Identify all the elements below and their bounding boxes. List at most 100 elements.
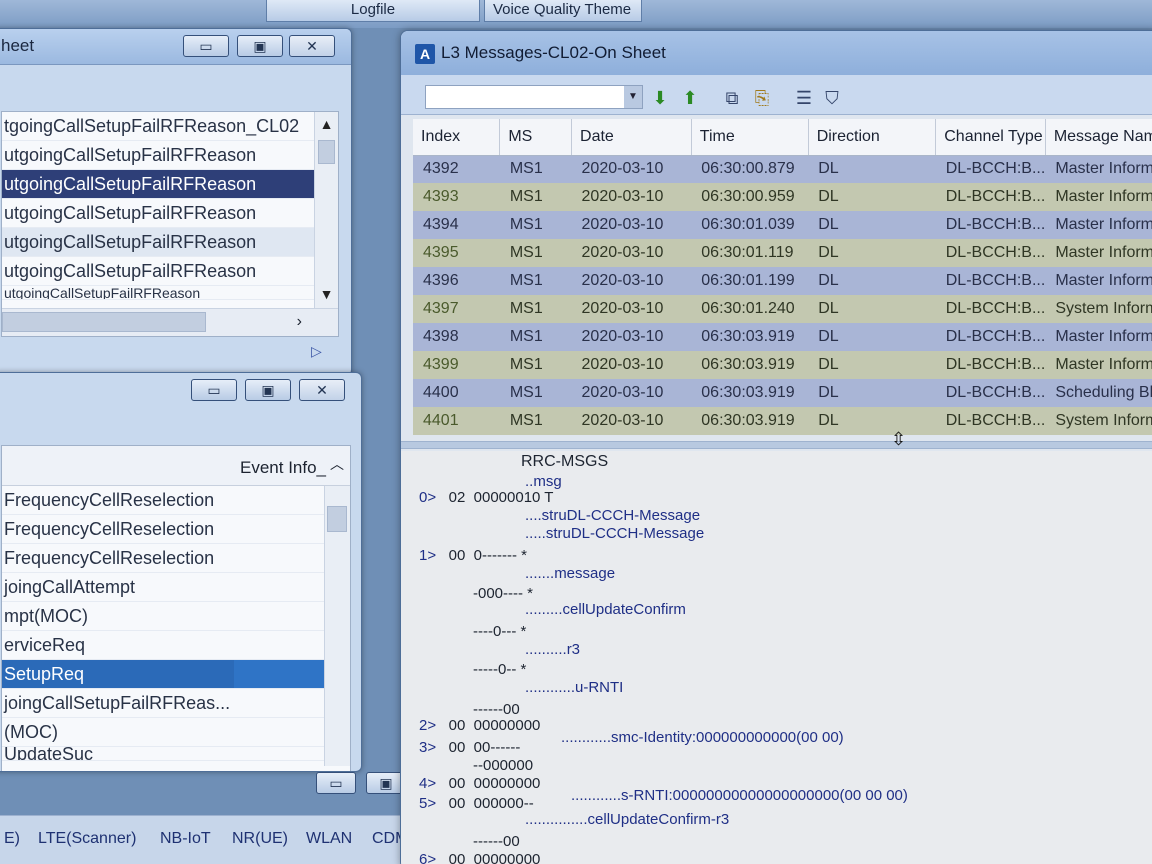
sheet-window: heet ▭ ▣ ✕ tgoingCallSetupFailRFReason_C… xyxy=(0,28,352,376)
table-row[interactable]: 4394 MS1 2020-03-10 06:30:01.039 DL DL-BCCH:B… xyxy=(413,211,1152,239)
filter-icon[interactable]: ⛉ xyxy=(821,87,843,109)
table-row[interactable]: 4396 MS1 2020-03-10 06:30:01.199 DL DL-BCCH:B… xyxy=(413,267,1152,295)
list-item[interactable]: joingCallAttempt xyxy=(2,573,350,602)
scroll-right-icon[interactable]: › xyxy=(297,313,302,331)
table-row[interactable]: 4397 MS1 2020-03-10 06:30:01.240 DL DL-BCCH:B… xyxy=(413,295,1152,323)
list-item[interactable]: erviceReq xyxy=(2,631,350,660)
cell-time: 06:30:01.119 xyxy=(691,239,809,267)
combo-dropdown-icon[interactable]: ▼ xyxy=(624,86,642,108)
scroll-down-icon[interactable]: ▼ xyxy=(315,286,338,302)
export-icon[interactable]: ⎘ xyxy=(751,87,773,109)
cell-message-name: Master Inform xyxy=(1045,183,1152,211)
list-item[interactable]: joingCallSetupFailRFReas... xyxy=(2,689,350,718)
play-arrow-icon[interactable]: ▷ xyxy=(311,343,322,360)
list-item[interactable]: utgoingCallSetupFailRFReason xyxy=(2,286,338,300)
minimize-button[interactable]: ▭ xyxy=(191,379,237,401)
cell-time: 06:30:03.919 xyxy=(691,323,809,351)
list-item[interactable]: UpdateSuc xyxy=(2,747,350,761)
cell-channel-type: DL-BCCH:B... xyxy=(935,407,1046,435)
list-item[interactable]: utgoingCallSetupFailRFReason xyxy=(2,257,338,286)
list-item[interactable]: tgoingCallSetupFailRFReason_CL02 xyxy=(2,112,338,141)
cell-message-name: Master Inform xyxy=(1045,267,1152,295)
list-item[interactable]: utgoingCallSetupFailRFReason xyxy=(2,199,338,228)
cell-ms: MS1 xyxy=(499,407,572,435)
minimize-button[interactable]: ▭ xyxy=(183,35,229,57)
cell-channel-type: DL-BCCH:B... xyxy=(935,267,1046,295)
tab-wlan[interactable]: WLAN xyxy=(306,830,352,848)
list-item[interactable]: FrequencyCellReselection xyxy=(2,515,350,544)
table-row[interactable]: 4399 MS1 2020-03-10 06:30:03.919 DL DL-BCCH:B… xyxy=(413,351,1152,379)
cell-message-name: Master Inform xyxy=(1045,211,1152,239)
pane-splitter[interactable] xyxy=(401,441,1152,449)
list-item[interactable]: FrequencyCellReselection xyxy=(2,544,350,573)
column-header-ms[interactable]: MS xyxy=(499,119,573,156)
cell-ms: MS1 xyxy=(499,323,572,351)
decode-line: .........cellUpdateConfirm xyxy=(525,601,686,618)
cell-index: 4399 xyxy=(413,351,500,379)
maximize-button[interactable]: ▣ xyxy=(237,35,283,57)
cell-message-name: Master Inform xyxy=(1045,323,1152,351)
tab-e[interactable]: E) xyxy=(4,830,20,848)
arrow-up-icon[interactable]: ⬆ xyxy=(679,87,701,109)
table-row[interactable]: 4401 MS1 2020-03-10 06:30:03.919 DL DL-BCCH:B… xyxy=(413,407,1152,435)
vertical-scrollbar[interactable]: ▲ ▼ xyxy=(314,112,338,308)
minimize-button[interactable]: ▭ xyxy=(316,772,356,794)
column-header-date[interactable]: Date xyxy=(571,119,692,156)
list-item-selected[interactable]: SetupReq xyxy=(2,660,324,689)
decode-line: ............s-RNTI:00000000000000000000(… xyxy=(571,787,908,804)
list-item[interactable]: mpt(MOC) xyxy=(2,602,350,631)
copy-icon[interactable]: ⧉ xyxy=(721,87,743,109)
sort-up-icon[interactable]: ︿ xyxy=(330,454,344,474)
column-header-channel-type[interactable]: Channel Type xyxy=(935,119,1046,156)
table-row[interactable]: 4398 MS1 2020-03-10 06:30:03.919 DL DL-BCCH:B… xyxy=(413,323,1152,351)
list-view-icon[interactable]: ☰ xyxy=(793,87,815,109)
decode-line: ...............cellUpdateConfirm-r3 xyxy=(525,811,730,828)
tab-nr-ue[interactable]: NR(UE) xyxy=(232,830,288,848)
cell-date: 2020-03-10 xyxy=(571,351,692,379)
horizontal-scrollbar[interactable]: › xyxy=(2,308,338,336)
list-item[interactable]: FrequencyCellReselection xyxy=(2,486,350,515)
cell-direction: DL xyxy=(808,155,936,183)
scroll-up-icon[interactable]: ▲ xyxy=(315,116,338,132)
table-row[interactable]: 4395 MS1 2020-03-10 06:30:01.119 DL DL-BCCH:B… xyxy=(413,239,1152,267)
l3-window-title: A L3 Messages-CL02-On Sheet xyxy=(401,31,1152,75)
decode-line: 6> 00 00000000 xyxy=(419,851,541,864)
column-header-direction[interactable]: Direction xyxy=(808,119,937,156)
h-scroll-thumb[interactable] xyxy=(2,312,206,332)
column-header-event-info[interactable]: Event Info_ xyxy=(240,458,326,478)
close-button[interactable]: ✕ xyxy=(299,379,345,401)
arrow-down-icon[interactable]: ⬇ xyxy=(649,87,671,109)
scroll-thumb[interactable] xyxy=(327,506,347,532)
tab-lte-scanner[interactable]: LTE(Scanner) xyxy=(38,830,136,848)
table-row[interactable]: 4393 MS1 2020-03-10 06:30:00.959 DL DL-BCCH:B… xyxy=(413,183,1152,211)
scroll-thumb[interactable] xyxy=(318,140,335,164)
column-header-message-name[interactable]: Message Nam xyxy=(1045,119,1152,156)
column-header-index[interactable]: Index xyxy=(413,119,501,156)
vertical-scrollbar[interactable] xyxy=(324,486,350,766)
maximize-button[interactable]: ▣ xyxy=(245,379,291,401)
cell-date: 2020-03-10 xyxy=(571,379,692,407)
resize-vertical-icon: ⇳ xyxy=(891,429,907,449)
decode-line: ------00 xyxy=(473,833,520,850)
list-item-selected[interactable]: utgoingCallSetupFailRFReason xyxy=(2,170,338,199)
cell-time: 06:30:01.240 xyxy=(691,295,809,323)
close-button[interactable]: ✕ xyxy=(289,35,335,57)
table-row[interactable]: 4400 MS1 2020-03-10 06:30:03.919 DL DL-BCCH:B… xyxy=(413,379,1152,407)
list-item[interactable]: (MOC) xyxy=(2,718,350,747)
cell-index: 4394 xyxy=(413,211,500,239)
cell-direction: DL xyxy=(808,407,936,435)
tab-logfile[interactable]: Logfile xyxy=(266,0,480,22)
tab-voice-quality-theme[interactable]: Voice Quality Theme xyxy=(484,0,642,22)
sheet-list: tgoingCallSetupFailRFReason_CL02 utgoing… xyxy=(1,111,339,337)
list-item[interactable]: utgoingCallSetupFailRFReason xyxy=(2,141,338,170)
list-item[interactable]: utgoingCallSetupFailRFReason xyxy=(2,228,338,257)
column-header-time[interactable]: Time xyxy=(691,119,809,156)
filter-combobox[interactable]: ▼ xyxy=(425,85,643,109)
tab-nb-iot[interactable]: NB-IoT xyxy=(160,830,211,848)
decode-line: 5> 00 000000-- xyxy=(419,795,534,812)
l3-toolbar: ▼ ⬇ ⬆ ⧉ ⎘ ☰ ⛉ xyxy=(401,75,1152,115)
cell-date: 2020-03-10 xyxy=(571,407,692,435)
table-row[interactable]: 4392 MS1 2020-03-10 06:30:00.879 DL DL-BCCH:B… xyxy=(413,155,1152,183)
cell-index: 4397 xyxy=(413,295,500,323)
cell-ms: MS1 xyxy=(499,183,572,211)
